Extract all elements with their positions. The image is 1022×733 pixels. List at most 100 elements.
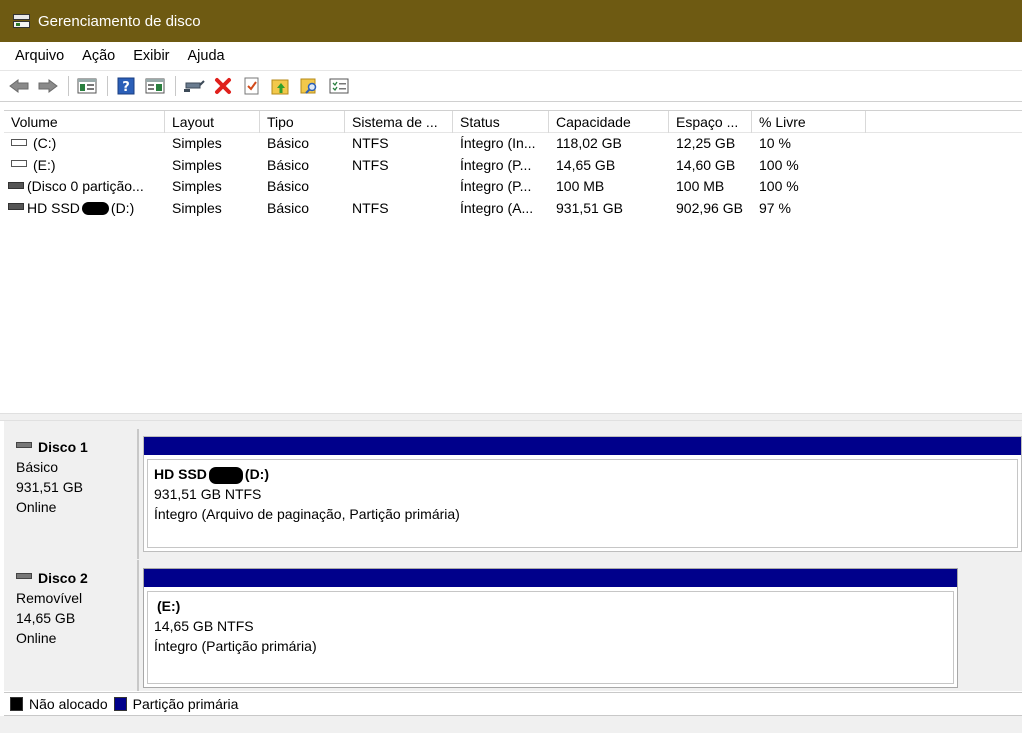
cell-sistema: NTFS bbox=[352, 135, 389, 151]
disk-row-1: Disco 1 Básico 931,51 GB Online HD SSD (D… bbox=[4, 429, 1022, 559]
cell-sistema: NTFS bbox=[352, 156, 389, 173]
legend: Não alocado Partição primária bbox=[4, 692, 1022, 716]
cell-tipo: Básico bbox=[267, 178, 310, 194]
menu-acao[interactable]: Ação bbox=[73, 48, 124, 64]
column-header-capacidade[interactable]: Capacidade bbox=[549, 111, 669, 133]
partition-name-prefix: HD SSD bbox=[154, 466, 207, 482]
window-title: Gerenciamento de disco bbox=[38, 12, 201, 30]
cell-espaco: 12,25 GB bbox=[676, 135, 736, 151]
table-row[interactable]: (E:) Simples Básico NTFS Íntegro (P... 1… bbox=[4, 155, 1022, 177]
legend-label-unallocated: Não alocado bbox=[29, 696, 108, 712]
cell-capacidade: 14,65 GB bbox=[556, 156, 616, 173]
svg-text:?: ? bbox=[122, 80, 130, 95]
table-row[interactable]: HD SSD (D:) Simples Básico NTFS Íntegro (… bbox=[4, 198, 1022, 220]
cell-espaco: 902,96 GB bbox=[676, 199, 743, 216]
help-icon[interactable]: ? bbox=[115, 75, 137, 97]
cell-capacidade: 100 MB bbox=[556, 178, 605, 194]
volume-icon bbox=[8, 181, 24, 189]
folder-up-icon[interactable] bbox=[270, 75, 292, 97]
cell-sistema bbox=[345, 176, 453, 198]
menu-exibir[interactable]: Exibir bbox=[124, 48, 178, 64]
connect-icon[interactable] bbox=[183, 75, 205, 97]
toolbar-separator bbox=[107, 76, 108, 96]
partition-name: (E:) bbox=[157, 598, 181, 614]
toolbar-separator bbox=[68, 76, 69, 96]
column-header-tipo[interactable]: Tipo bbox=[260, 111, 345, 133]
title-bar: Gerenciamento de disco bbox=[0, 0, 1022, 42]
partition-status: Íntegro (Partição primária) bbox=[154, 638, 317, 654]
volume-name-prefix: HD SSD bbox=[27, 199, 80, 216]
cell-espaco: 14,60 GB bbox=[676, 156, 736, 173]
menu-arquivo[interactable]: Arquivo bbox=[6, 48, 73, 64]
back-arrow-icon[interactable] bbox=[8, 75, 30, 97]
disk-name: Disco 2 bbox=[38, 570, 88, 586]
cell-layout: Simples bbox=[172, 156, 222, 173]
column-header-layout[interactable]: Layout bbox=[165, 111, 260, 133]
volume-name: (E:) bbox=[33, 156, 56, 173]
disk-label-2[interactable]: Disco 2 Removível 14,65 GB Online bbox=[4, 560, 139, 691]
disk-label-1[interactable]: Disco 1 Básico 931,51 GB Online bbox=[4, 429, 139, 559]
toolbar: ? bbox=[0, 71, 1022, 102]
properties-icon[interactable] bbox=[144, 75, 166, 97]
legend-swatch-primary bbox=[113, 697, 127, 711]
legend-label-primary: Partição primária bbox=[132, 696, 239, 712]
partition-size-fs: 14,65 GB NTFS bbox=[154, 618, 254, 634]
disk-graphical-view: Disco 1 Básico 931,51 GB Online HD SSD (D… bbox=[4, 421, 1022, 691]
disk-name: Disco 1 bbox=[38, 439, 88, 455]
partition-info: (E:) 14,65 GB NTFS Íntegro (Partição pri… bbox=[147, 591, 954, 684]
cell-tipo: Básico bbox=[267, 156, 310, 173]
disk-type: Removível bbox=[16, 590, 83, 606]
disk-management-icon bbox=[12, 12, 32, 30]
disk-size: 14,65 GB bbox=[16, 610, 76, 626]
delete-icon[interactable] bbox=[212, 75, 234, 97]
legend-swatch-unallocated bbox=[10, 697, 23, 711]
column-header-status[interactable]: Status bbox=[453, 111, 549, 133]
cell-espaco: 100 MB bbox=[676, 178, 725, 194]
cell-status: Íntegro (A... bbox=[460, 199, 534, 216]
disk-icon bbox=[16, 442, 32, 449]
menu-ajuda[interactable]: Ajuda bbox=[179, 48, 234, 64]
cell-volume: (E:) bbox=[4, 155, 165, 177]
toolbar-separator bbox=[175, 76, 176, 96]
disk-row-2: Disco 2 Removível 14,65 GB Online (E:) 1… bbox=[4, 560, 1022, 691]
table-row[interactable]: (C:) Simples Básico NTFS Íntegro (In... … bbox=[4, 133, 1022, 155]
cell-capacidade: 118,02 GB bbox=[556, 135, 622, 151]
list-icon[interactable] bbox=[328, 75, 350, 97]
console-tree-icon[interactable] bbox=[76, 75, 98, 97]
pane-splitter[interactable] bbox=[0, 413, 1022, 421]
column-header-volume[interactable]: Volume bbox=[4, 111, 165, 133]
disk-state: Online bbox=[16, 499, 57, 515]
disk-size: 931,51 GB bbox=[16, 479, 83, 495]
partition-status: Íntegro (Arquivo de paginação, Partição … bbox=[154, 506, 460, 522]
cell-livre: 100 % bbox=[759, 156, 799, 173]
disk-type: Básico bbox=[16, 459, 59, 475]
volume-name: (C:) bbox=[33, 135, 57, 151]
cell-layout: Simples bbox=[172, 178, 222, 194]
column-header-espaco[interactable]: Espaço ... bbox=[669, 111, 752, 133]
cell-layout: Simples bbox=[172, 199, 222, 216]
check-icon[interactable] bbox=[241, 75, 263, 97]
volume-name-suffix: (D:) bbox=[110, 199, 135, 216]
partition-e[interactable]: (E:) 14,65 GB NTFS Íntegro (Partição pri… bbox=[143, 568, 958, 688]
cell-capacidade: 931,51 GB bbox=[556, 199, 623, 216]
forward-arrow-icon[interactable] bbox=[37, 75, 59, 97]
cell-tipo: Básico bbox=[267, 135, 310, 151]
volume-icon bbox=[8, 203, 24, 211]
partition-d[interactable]: HD SSD (D:) 931,51 GB NTFS Íntegro (Arqui… bbox=[143, 436, 1022, 552]
folder-search-icon[interactable] bbox=[299, 75, 321, 97]
cell-status: Íntegro (P... bbox=[460, 178, 532, 194]
column-header-sistema[interactable]: Sistema de ... bbox=[345, 111, 453, 133]
partition-name-suffix: (D:) bbox=[244, 466, 270, 482]
volume-list: Volume Layout Tipo Sistema de ... Status… bbox=[4, 110, 1022, 413]
cell-volume: HD SSD (D:) bbox=[4, 198, 165, 220]
table-row[interactable]: (Disco 0 partição... Simples Básico Ínte… bbox=[4, 176, 1022, 198]
partition-info: HD SSD (D:) 931,51 GB NTFS Íntegro (Arqui… bbox=[147, 459, 1018, 548]
cell-tipo: Básico bbox=[267, 199, 310, 216]
cell-livre: 97 % bbox=[759, 199, 791, 216]
column-header-livre[interactable]: % Livre bbox=[752, 111, 866, 133]
cell-livre: 10 % bbox=[759, 135, 791, 151]
cell-status: Íntegro (In... bbox=[460, 135, 536, 151]
primary-partition-bar bbox=[144, 437, 1021, 455]
primary-partition-bar bbox=[144, 569, 957, 587]
table-header: Volume Layout Tipo Sistema de ... Status… bbox=[4, 111, 1022, 133]
